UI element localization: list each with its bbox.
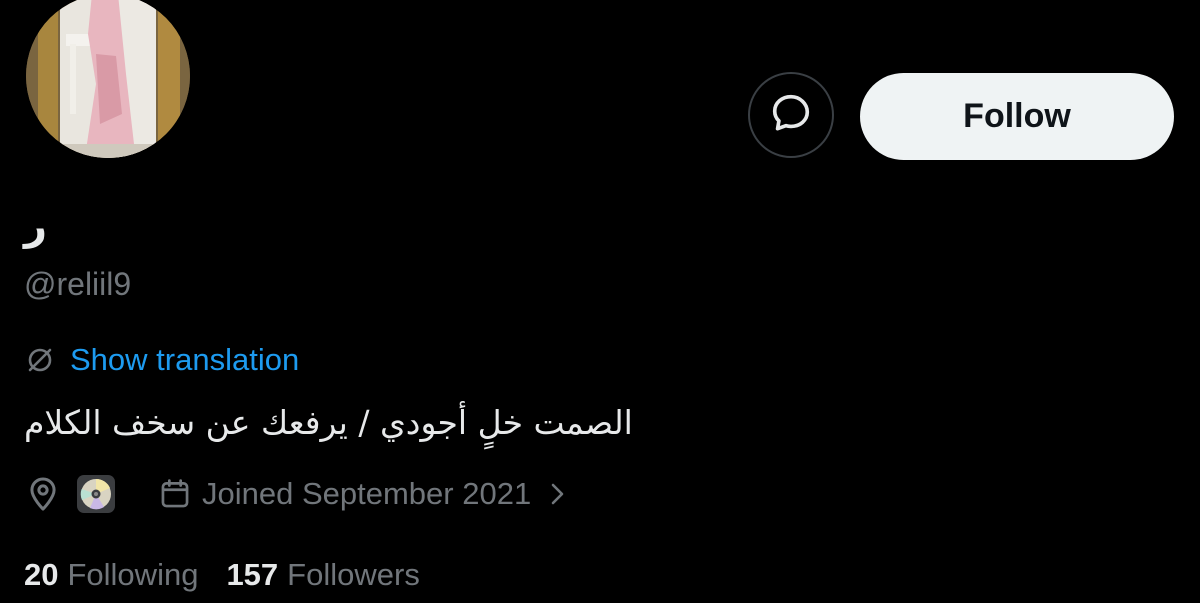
followers-stat[interactable]: 157 Followers [226, 557, 419, 593]
followers-count: 157 [226, 557, 279, 592]
follow-button-label: Follow [963, 97, 1071, 135]
message-bubble-icon [768, 90, 814, 141]
location-pin-icon [24, 475, 62, 513]
username-handle: @reliil9 [24, 266, 132, 302]
translation-row: Show translation [24, 338, 299, 382]
message-button[interactable] [748, 72, 834, 158]
following-count: 20 [24, 557, 59, 592]
followers-label: Followers [287, 557, 420, 592]
following-label: Following [67, 557, 199, 592]
avatar[interactable] [24, 0, 192, 160]
calendar-icon [158, 477, 192, 511]
dvd-disc-icon [76, 474, 116, 514]
display-name: ر [24, 203, 48, 249]
joined-date: Joined September 2021 [202, 476, 532, 511]
translate-icon [24, 344, 56, 376]
follow-stats: 20 Following 157 Followers [24, 552, 420, 598]
show-translation-link[interactable]: Show translation [70, 342, 299, 378]
chevron-right-icon[interactable] [545, 480, 569, 508]
profile-bio: الصمت خلٍ أجودي / يرفعك عن سخف الكلام [24, 403, 633, 442]
follow-button[interactable]: Follow [860, 73, 1174, 160]
following-stat[interactable]: 20 Following [24, 557, 198, 593]
profile-header: Follow ر @reliil9 Show translation الصمت… [0, 0, 1200, 603]
profile-meta: Joined September 2021 [24, 470, 569, 518]
